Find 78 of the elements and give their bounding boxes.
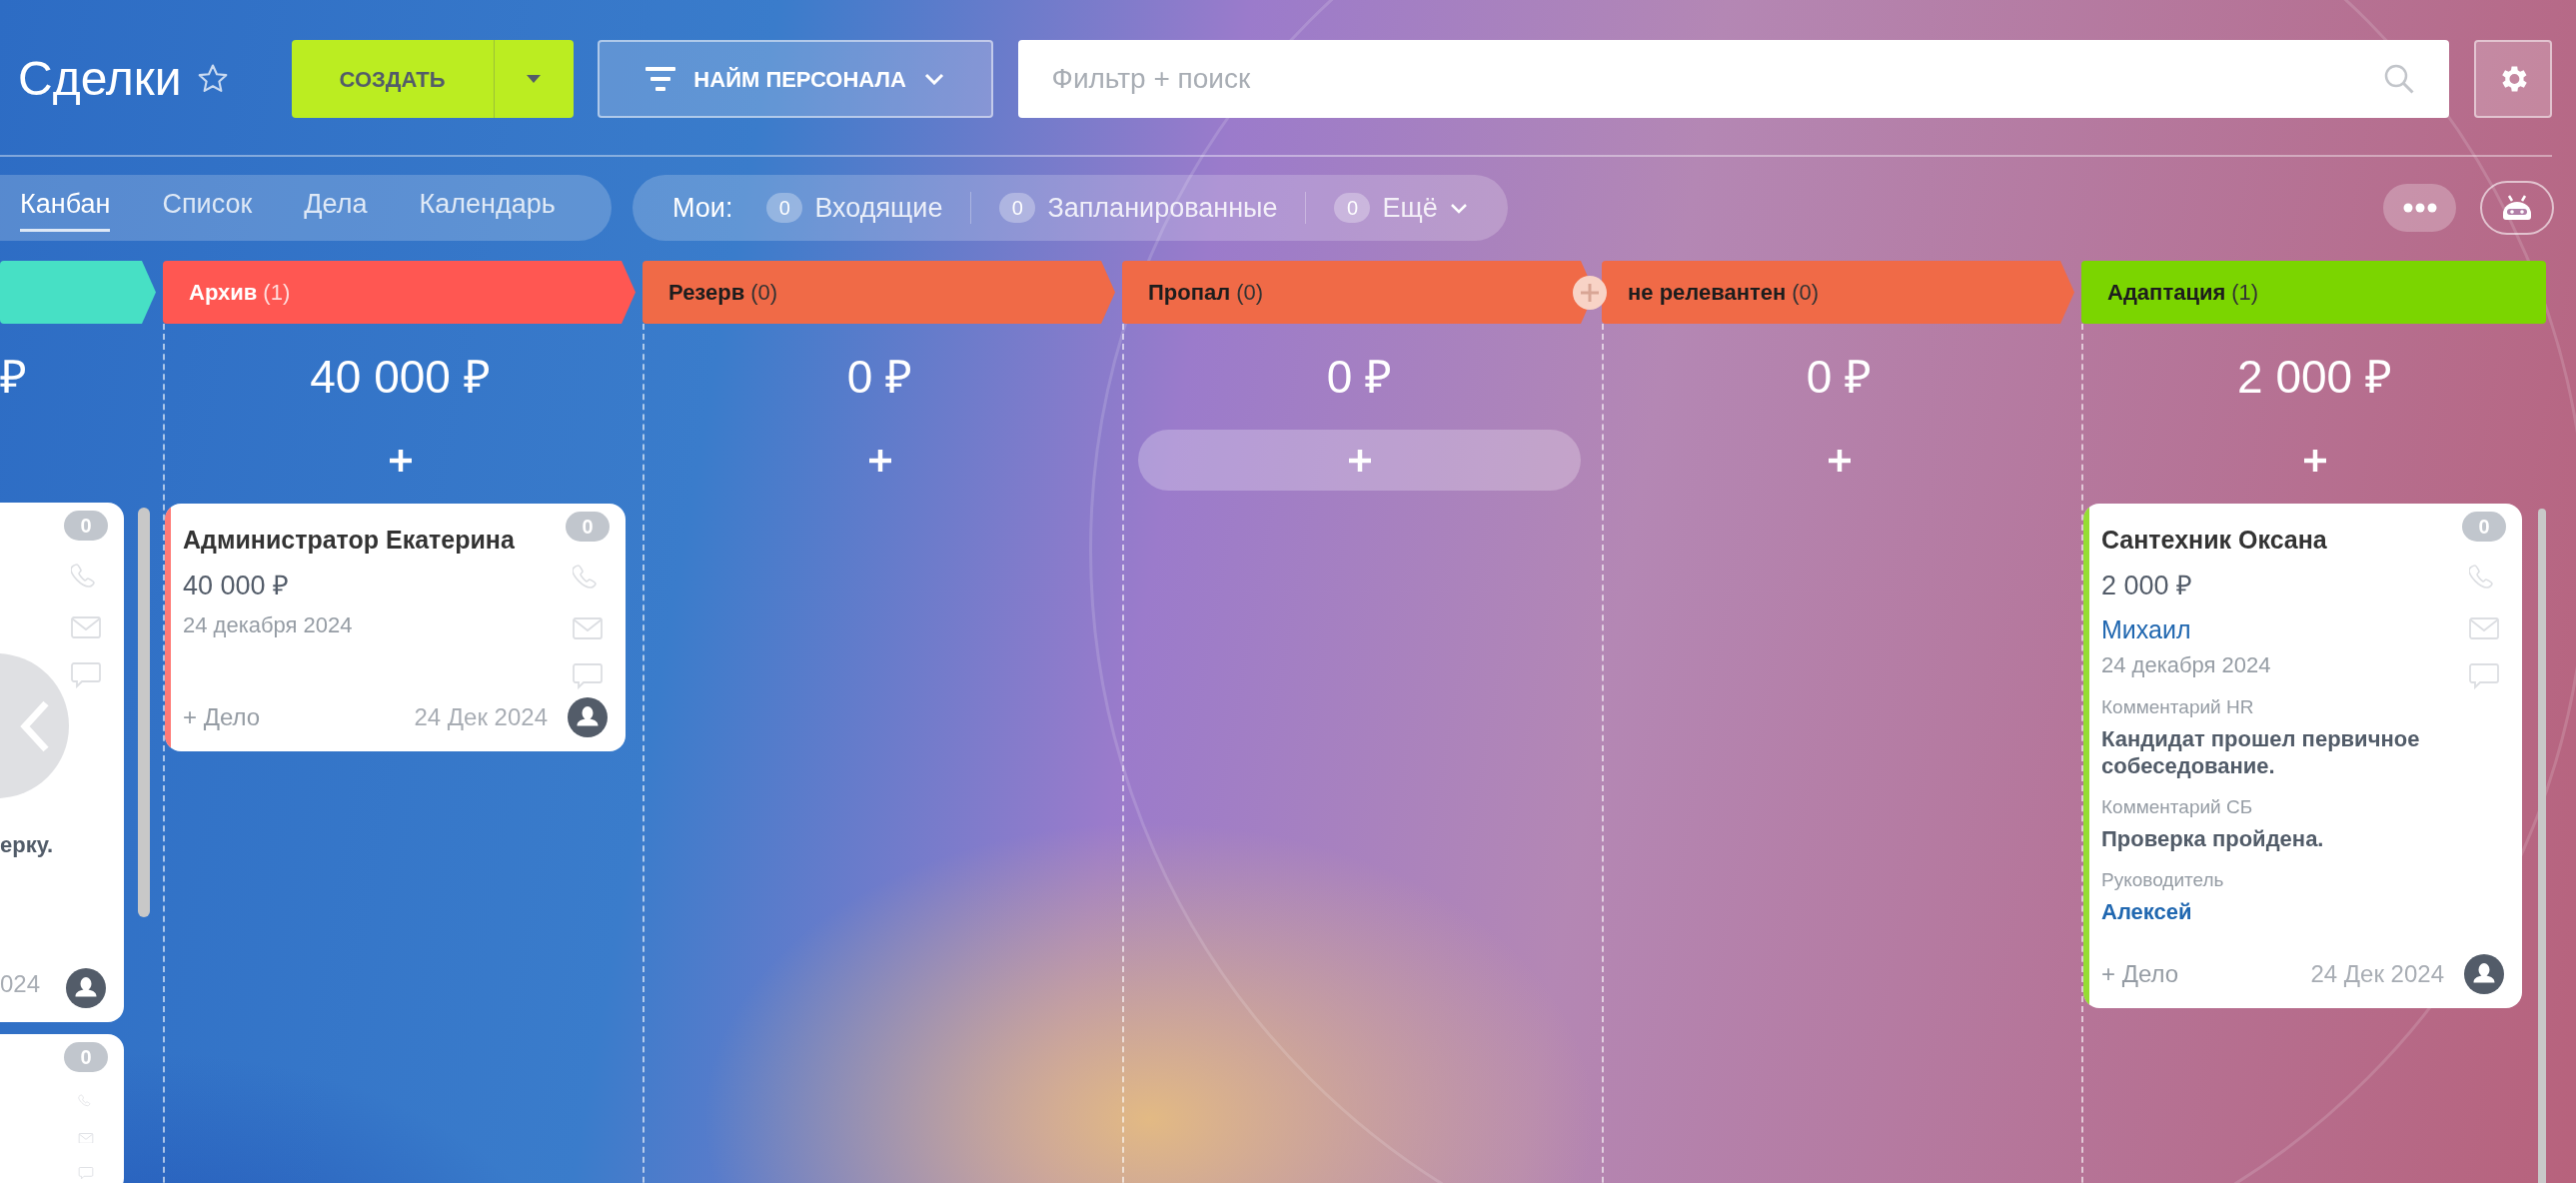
counters-label: Мои:: [672, 191, 733, 225]
mail-icon[interactable]: [2469, 617, 2499, 639]
add-activity-button[interactable]: + Дело: [183, 699, 261, 735]
column-total: ₽: [0, 354, 27, 400]
deal-amount: 2 000 ₽: [2101, 570, 2194, 601]
field-value: ерку.: [0, 831, 55, 859]
automation-button[interactable]: [2480, 181, 2554, 235]
view-tab[interactable]: Канбан: [20, 184, 111, 232]
count-badge: 0: [1334, 193, 1371, 223]
deal-date: 24 декабря 2024: [2101, 651, 2272, 679]
scrollbar[interactable]: [138, 508, 150, 917]
count-badge: 0: [766, 193, 803, 223]
comment-counter: 0: [64, 1042, 108, 1072]
avatar-icon[interactable]: [568, 697, 608, 737]
counter-filter[interactable]: 0 Запланированные: [999, 187, 1278, 229]
view-tab[interactable]: Дела: [304, 184, 368, 232]
deal-title[interactable]: Сантехник Оксана: [2101, 524, 2444, 556]
count-badge: 0: [999, 193, 1036, 223]
counter-filter[interactable]: 0 Входящие: [766, 187, 943, 229]
deal-date: 24 декабря 2024: [183, 611, 354, 639]
chat-icon[interactable]: [2469, 663, 2499, 689]
plus-icon: [1580, 283, 1600, 303]
column-total: 0 ₽: [1806, 354, 1873, 400]
avatar-icon[interactable]: [2464, 954, 2504, 994]
field-value: Кандидат прошел первичное собеседование.: [2101, 725, 2421, 779]
column-header: не релевантен (0): [1602, 261, 2074, 324]
plus-icon: [388, 448, 413, 473]
chat-icon[interactable]: [71, 662, 101, 688]
column-total: 0 ₽: [846, 354, 913, 400]
column-header: Резерв (0): [643, 261, 1115, 324]
column-header: Адаптация (1): [2081, 261, 2546, 324]
due-date: 24 Дек 2024: [414, 702, 548, 732]
scrollbar[interactable]: [2538, 509, 2546, 1183]
deal-card[interactable]: Администратор Екатерина 40 000 ₽ 24 декабря 2024 + Дело 24 Дек 2024 0: [165, 504, 626, 751]
search-field[interactable]: Фильтр + поиск: [1017, 40, 2449, 118]
comment-counter: 0: [64, 511, 108, 541]
column-total: 40 000 ₽: [310, 354, 491, 400]
page-title: Сделки: [18, 55, 182, 103]
view-tab[interactable]: Список: [162, 184, 253, 232]
deal-title[interactable]: Администратор Екатерина: [183, 524, 548, 556]
avatar-icon[interactable]: [66, 968, 106, 1008]
plus-icon: [867, 448, 892, 473]
comment-counter: 0: [2462, 512, 2506, 542]
due-date: 24 Дек 2024: [2310, 959, 2444, 989]
view-tab[interactable]: Календарь: [419, 184, 556, 232]
caret-icon: [527, 75, 542, 83]
field-label: Руководитель: [2101, 868, 2225, 892]
column-total: 2 000 ₽: [2237, 354, 2392, 400]
contact-link[interactable]: Михаил: [2101, 613, 2444, 645]
field-value: Проверка пройдена.: [2101, 825, 2325, 852]
plus-icon: [2302, 448, 2327, 473]
comment-counter: 0: [566, 512, 610, 542]
chevron-down-icon: [1449, 202, 1468, 214]
more-icon: [2402, 203, 2437, 213]
column-total: 0 ₽: [1326, 354, 1393, 400]
deal-card[interactable]: 0: [0, 1034, 124, 1183]
search-icon[interactable]: [2383, 63, 2415, 95]
due-date: 024: [0, 969, 42, 999]
deal-amount: 40 000 ₽: [183, 570, 291, 601]
mail-icon[interactable]: [573, 617, 603, 639]
column-header: Архив (1): [163, 261, 636, 324]
mail-icon[interactable]: [71, 616, 101, 638]
chevron-left-icon: [19, 698, 50, 753]
field-label: Комментарий СБ: [2101, 795, 2254, 819]
more-button[interactable]: [2383, 184, 2456, 232]
plus-icon: [1827, 448, 1852, 473]
field-label: Комментарий HR: [2101, 695, 2255, 719]
field-link[interactable]: Алексей: [2101, 898, 2444, 926]
filter-icon: [645, 67, 676, 91]
chat-icon[interactable]: [573, 663, 603, 689]
plus-icon: [1347, 448, 1372, 473]
counter-filter[interactable]: 0 Ещё: [1334, 187, 1468, 229]
chevron-down-icon: [923, 73, 944, 85]
settings-button[interactable]: [2474, 40, 2552, 118]
add-activity-button[interactable]: + Дело: [2101, 956, 2179, 992]
category-button[interactable]: НАЙМ ПЕРСОНАЛА: [597, 40, 993, 118]
deal-card[interactable]: Сантехник Оксана 2 000 ₽ Михаил 24 декабря 2024 Комментарий HR Кандидат прошел первичное собеседование. Комментарий СБ Проверка пройдена. Руководитель Алексей + Дело 24 Дек 2024 0: [2083, 504, 2522, 1008]
robot-icon: [2501, 194, 2533, 222]
